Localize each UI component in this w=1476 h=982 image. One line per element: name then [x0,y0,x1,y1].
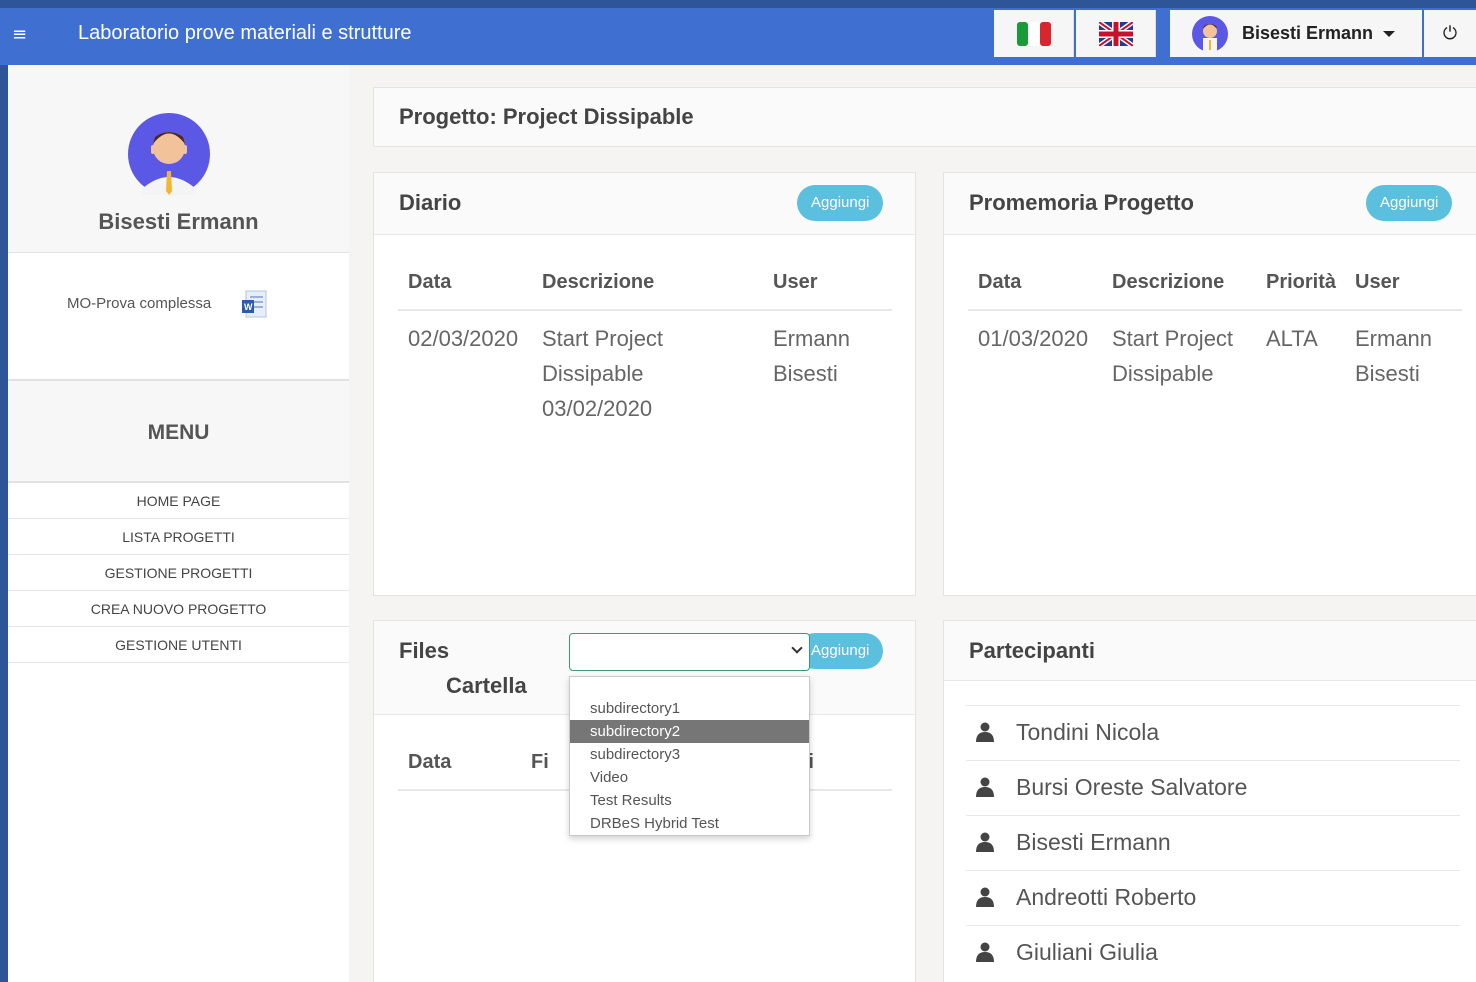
participant-row: Giuliani Giulia [966,925,1460,980]
diario-header: Diario Aggiungi [374,173,915,235]
user-name: Bisesti Ermann [1242,23,1374,43]
diario-cell-data: 02/03/2020 [408,326,519,351]
document-row: MO-Prova complessa W [8,253,349,381]
folder-option[interactable]: Video [570,766,809,789]
folder-option[interactable]: DRBeS Hybrid Test [570,812,809,835]
menu-item-gestione-utenti[interactable]: GESTIONE UTENTI [8,627,349,663]
document-label: MO-Prova complessa [67,295,212,312]
partecipanti-title: Partecipanti [969,638,1095,663]
folder-option[interactable]: subdirectory1 [570,697,809,720]
promemoria-cell-descrizione-line2: Dissipable [1112,361,1214,386]
diario-col-data: Data [408,271,452,293]
profile-card: Bisesti Ermann [8,65,349,253]
promemoria-cell-data: 01/03/2020 [978,326,1089,351]
folder-option[interactable]: Test Results [570,789,809,812]
folder-select[interactable] [569,633,810,671]
promemoria-header-divider [968,309,1462,311]
diario-add-button[interactable]: Aggiungi [797,185,884,221]
files-title: Files [399,638,450,663]
promemoria-title: Promemoria Progetto [969,190,1194,215]
uk-flag-icon [1098,21,1133,46]
participant-name: Giuliani Giulia [1016,939,1158,965]
participant-name: Bisesti Ermann [1016,829,1171,855]
user-icon [976,942,994,962]
partecipanti-panel: Partecipanti Tondini Nicola Bursi Oreste… [943,620,1476,982]
participant-name: Andreotti Roberto [1016,884,1197,910]
user-icon [976,887,994,907]
project-title: Progetto: Project Dissipable [399,104,694,129]
italy-flag-icon [1016,21,1051,46]
promemoria-col-descrizione: Descrizione [1112,271,1225,293]
language-english-button[interactable] [1076,10,1156,57]
participant-name: Tondini Nicola [1016,719,1160,745]
diario-panel: Diario Aggiungi Data Descrizione User 02… [373,172,916,596]
user-icon [976,832,994,852]
language-italian-button[interactable] [994,10,1074,57]
diario-cell-user-line1: Ermann [773,326,851,351]
user-menu-dropdown[interactable]: Bisesti Ermann [1170,10,1422,57]
promemoria-cell-descrizione-line1: Start Project [1112,326,1234,351]
promemoria-col-data: Data [978,271,1022,293]
promemoria-header: Promemoria Progetto Aggiungi [944,173,1476,235]
menu-item-crea-nuovo-progetto[interactable]: CREA NUOVO PROGETTO [8,591,349,627]
menu-title: MENU [8,381,349,483]
diario-col-descrizione: Descrizione [542,271,655,293]
partecipanti-header: Partecipanti [944,621,1476,681]
main-content: Progetto: Project Dissipable Diario Aggi… [349,65,1476,982]
user-icon [976,777,994,797]
participant-row: Bursi Oreste Salvatore [966,760,1460,815]
diario-cell-descrizione-line1: Start Project [542,326,664,351]
sidebar: Bisesti Ermann MO-Prova complessa W MENU… [8,65,349,982]
diario-cell-user-line2: Bisesti [773,361,838,386]
hamburger-icon[interactable]: ≡ [12,26,30,44]
menu-item-gestione-progetti[interactable]: GESTIONE PROGETTI [8,555,349,591]
word-document-icon[interactable]: W [242,290,268,318]
participant-row: Bisesti Ermann [966,815,1460,870]
caret-down-icon [1383,30,1396,37]
logout-button[interactable]: ⏻ [1424,10,1476,57]
files-col-file: Fi [531,751,549,773]
power-icon: ⏻ [1442,23,1458,44]
participant-row: Andreotti Roberto [966,870,1460,925]
project-header-panel: Progetto: Project Dissipable [373,87,1476,147]
svg-text:W: W [244,302,253,312]
promemoria-cell-user-line1: Ermann [1355,326,1433,351]
promemoria-col-user: User [1355,271,1400,293]
files-col-data: Data [408,751,452,773]
menu-item-lista-progetti[interactable]: LISTA PROGETTI [8,519,349,555]
participant-name: Bursi Oreste Salvatore [1016,774,1248,800]
top-navbar: ≡ Laboratorio prove materiali e struttur… [0,0,1476,65]
promemoria-add-button[interactable]: Aggiungi [1366,185,1453,221]
files-panel: Files Cartella Aggiungi Data Fi oni subd… [373,620,916,982]
participant-row: Tondini Nicola [966,705,1460,760]
user-icon [976,722,994,742]
menu-item-home-page[interactable]: HOME PAGE [8,483,349,519]
diario-title: Diario [399,190,462,215]
diario-cell-descrizione-line3: 03/02/2020 [542,396,653,421]
promemoria-cell-priorita: ALTA [1266,326,1318,351]
folder-option[interactable]: subdirectory3 [570,743,809,766]
diario-cell-descrizione-line2: Dissipable [542,361,644,386]
promemoria-cell-user-line2: Bisesti [1355,361,1420,386]
folder-option-selected[interactable]: subdirectory2 [570,720,809,743]
chevron-down-icon [791,642,803,654]
profile-name: Bisesti Ermann [98,209,259,234]
profile-avatar-icon [128,113,210,195]
app-title: Laboratorio prove materiali e strutture [78,22,412,44]
promemoria-col-priorita: Priorità [1266,271,1337,293]
folder-label: Cartella [446,673,527,698]
user-avatar-icon [1192,15,1228,52]
diario-header-divider [398,309,892,311]
promemoria-panel: Promemoria Progetto Aggiungi Data Descri… [943,172,1476,596]
folder-dropdown-list: subdirectory1 subdirectory2 subdirectory… [569,676,810,836]
diario-col-user: User [773,271,818,293]
